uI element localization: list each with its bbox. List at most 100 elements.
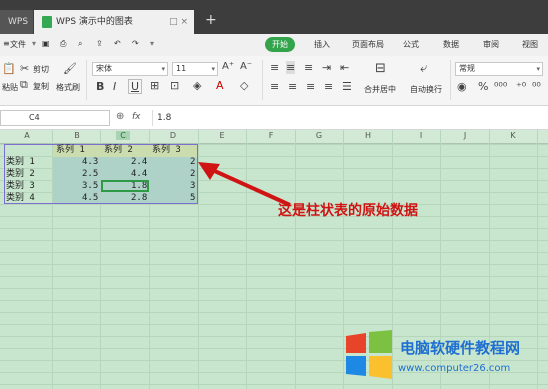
cell-row-label[interactable]: 类别 2: [6, 168, 35, 180]
format-painter-icon[interactable]: 🖌: [63, 62, 77, 75]
tab-close-icon[interactable]: □ ×: [169, 10, 188, 34]
cell-style-icon[interactable]: ⊡: [170, 79, 179, 92]
column-header-b[interactable]: B: [72, 131, 82, 140]
align-top-icon[interactable]: ≡: [270, 61, 279, 74]
column-header-a[interactable]: A: [22, 131, 32, 140]
column-header-h[interactable]: H: [363, 131, 373, 140]
selected-cell[interactable]: [101, 180, 149, 192]
currency-icon[interactable]: ◉: [457, 80, 467, 93]
outdent-icon[interactable]: ⇤: [340, 61, 349, 74]
distribute-icon[interactable]: ☰: [342, 80, 352, 93]
cell-value[interactable]: 4.3: [82, 156, 98, 168]
watermark-url: www.computer26.com: [398, 363, 511, 374]
cell-row-label[interactable]: 类别 4: [6, 192, 35, 204]
redo-icon[interactable]: ↷: [132, 39, 139, 48]
underline-icon[interactable]: U: [128, 79, 143, 94]
cell-value[interactable]: 3.5: [82, 180, 98, 192]
formula-input[interactable]: 1.8: [152, 110, 548, 126]
paste-icon[interactable]: 📋: [2, 62, 16, 75]
tab-wps-label: WPS: [8, 17, 29, 27]
function-icon[interactable]: fx: [132, 112, 141, 122]
copy-icon[interactable]: ⧉: [20, 78, 28, 92]
bold-icon[interactable]: B: [96, 80, 104, 93]
toolbar: 📋 粘贴 ✂ 剪切 ⧉ 复制 🖌 格式刷 宋体 ▾ 11 ▾ A⁺ A⁻ B I U…: [0, 56, 548, 106]
align-center-icon[interactable]: ≡: [288, 80, 297, 93]
divider: [450, 60, 451, 100]
cell-value[interactable]: 4.4: [131, 168, 147, 180]
percent-icon[interactable]: %: [478, 80, 488, 93]
windows-logo-icon: [346, 330, 392, 379]
indent-icon[interactable]: ⇥: [322, 61, 331, 74]
decrease-font-icon[interactable]: A⁻: [240, 61, 252, 72]
column-header-k[interactable]: K: [508, 131, 518, 140]
cell-header-3[interactable]: 系列 3: [152, 144, 181, 156]
increase-font-icon[interactable]: A⁺: [222, 61, 234, 72]
cell-value[interactable]: 2.4: [131, 156, 147, 168]
tab-wps[interactable]: WPS: [0, 10, 33, 34]
column-header-c[interactable]: C: [116, 131, 130, 140]
divider: [86, 60, 87, 100]
column-header-e[interactable]: E: [217, 131, 227, 140]
justify-icon[interactable]: ≡: [324, 80, 333, 93]
format-painter-button[interactable]: 格式刷: [56, 82, 80, 93]
comma-style-icon[interactable]: ⁰⁰⁰: [494, 80, 507, 93]
cell-value[interactable]: 2.5: [82, 168, 98, 180]
font-size-select[interactable]: 11 ▾: [172, 62, 218, 76]
cell-header-2[interactable]: 系列 2: [104, 144, 133, 156]
menu-icon[interactable]: ≡: [3, 39, 10, 48]
clear-icon[interactable]: ◇: [240, 79, 248, 92]
name-box[interactable]: C4: [0, 110, 110, 126]
column-header-row: A B C D E F G H I J K: [0, 130, 548, 144]
print-preview-icon[interactable]: ⌕: [78, 39, 82, 49]
save-icon[interactable]: ▣: [42, 39, 50, 48]
menu-formula[interactable]: 公式: [403, 39, 419, 50]
paste-button[interactable]: 粘贴: [2, 82, 18, 93]
cut-button[interactable]: 剪切: [33, 64, 49, 75]
merge-center-button[interactable]: 合并居中: [364, 84, 396, 95]
column-header-g[interactable]: G: [314, 131, 324, 140]
align-middle-icon[interactable]: ≡: [286, 61, 296, 74]
border-icon[interactable]: ⊞: [150, 79, 159, 92]
number-format-select[interactable]: 常规 ▾: [455, 62, 543, 76]
undo-icon[interactable]: ↶: [114, 39, 121, 48]
menu-start[interactable]: 开始: [265, 37, 295, 52]
align-bottom-icon[interactable]: ≡: [304, 61, 313, 74]
wrap-text-button[interactable]: 自动换行: [410, 84, 442, 95]
more-icon[interactable]: ▾: [150, 39, 154, 48]
dropdown-icon[interactable]: ▾: [32, 39, 36, 48]
cell-row-label[interactable]: 类别 1: [6, 156, 35, 168]
menu-insert[interactable]: 插入: [314, 39, 330, 50]
align-left-icon[interactable]: ≡: [270, 80, 279, 93]
export-icon[interactable]: ⇪: [96, 39, 103, 48]
new-tab-button[interactable]: +: [205, 12, 217, 28]
watermark-title: 电脑软硬件教程网: [400, 339, 521, 357]
tab-document[interactable]: WPS 演示中的图表 □ ×: [34, 10, 194, 34]
font-name-select[interactable]: 宋体 ▾: [92, 62, 168, 76]
font-color-icon[interactable]: A: [216, 79, 224, 92]
align-right-icon[interactable]: ≡: [306, 80, 315, 93]
fill-color-icon[interactable]: ◈: [193, 79, 201, 92]
zoom-icon[interactable]: ⊕: [116, 111, 124, 122]
column-header-j[interactable]: J: [460, 131, 470, 140]
column-header-d[interactable]: D: [168, 131, 178, 140]
menu-view[interactable]: 视图: [522, 39, 538, 50]
cell-value[interactable]: 2.8: [131, 192, 147, 204]
cell-row-label[interactable]: 类别 3: [6, 180, 35, 192]
merge-icon[interactable]: ⊟: [375, 61, 386, 76]
menu-review[interactable]: 审阅: [483, 39, 499, 50]
increase-decimal-icon[interactable]: ⁺⁰: [516, 80, 526, 93]
column-header-f[interactable]: F: [266, 131, 276, 140]
column-header-i[interactable]: I: [416, 131, 426, 140]
menu-data[interactable]: 数据: [443, 39, 459, 50]
decrease-decimal-icon[interactable]: ⁰⁰: [532, 80, 541, 93]
cell-header-1[interactable]: 系列 1: [56, 144, 85, 156]
print-icon[interactable]: ⎙: [60, 39, 66, 49]
chevron-down-icon: ▾: [211, 65, 215, 73]
cut-icon[interactable]: ✂: [20, 62, 29, 75]
copy-button[interactable]: 复制: [33, 81, 49, 92]
wrap-icon[interactable]: ⤶: [420, 61, 427, 76]
menu-page-layout[interactable]: 页面布局: [352, 39, 384, 50]
italic-icon[interactable]: I: [113, 80, 116, 93]
menu-file[interactable]: 文件: [10, 39, 26, 50]
cell-value[interactable]: 4.5: [82, 192, 98, 204]
